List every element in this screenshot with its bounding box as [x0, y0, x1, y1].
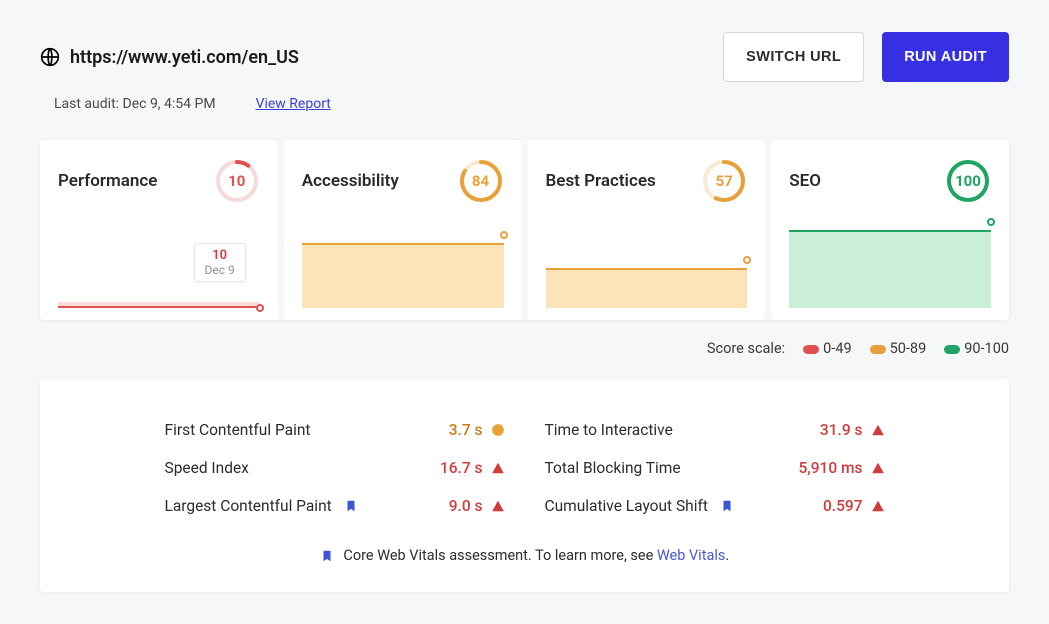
card-title: Best Practices: [546, 171, 656, 191]
metric-label: Cumulative Layout Shift: [545, 497, 734, 515]
metrics-col-right: Time to Interactive 31.9 s Total Blockin…: [545, 411, 885, 525]
metric-value: 3.7 s: [449, 421, 505, 439]
metric-value: 0.597: [823, 497, 885, 515]
card-best-practices[interactable]: Best Practices 57: [528, 140, 766, 320]
metric-value: 31.9 s: [820, 421, 885, 439]
vitals-text: Core Web Vitals assessment. To learn mor…: [343, 547, 656, 564]
metrics-col-left: First Contentful Paint 3.7 s Speed Index…: [165, 411, 505, 525]
vitals-suffix: .: [725, 547, 729, 564]
perf-tooltip-date: Dec 9: [205, 263, 235, 277]
header-actions: SWITCH URL RUN AUDIT: [723, 32, 1009, 82]
globe-icon: [40, 47, 60, 67]
warning-triangle-icon: [491, 461, 505, 475]
score-scale-legend: Score scale: 0-49 50-89 90-100: [40, 340, 1009, 357]
last-audit-time: Dec 9, 4:54 PM: [123, 96, 216, 112]
metric-value: 9.0 s: [449, 497, 505, 515]
spark-seo: [789, 218, 991, 308]
metric-value: 16.7 s: [440, 459, 505, 477]
view-report-link[interactable]: View Report: [256, 96, 331, 112]
perf-tooltip: 10 Dec 9: [194, 243, 246, 282]
spark-accessibility: [302, 218, 504, 308]
bookmark-icon: [344, 499, 358, 513]
legend-item-green: 90-100: [944, 340, 1009, 357]
card-seo[interactable]: SEO 100: [771, 140, 1009, 320]
warning-circle-icon: [491, 423, 505, 437]
card-head: SEO 100: [789, 158, 991, 204]
card-performance[interactable]: Performance 10 10 Dec 9: [40, 140, 278, 320]
sub-header: Last audit: Dec 9, 4:54 PM View Report: [40, 96, 1009, 112]
card-title: Performance: [58, 171, 157, 191]
score-ring-seo: 100: [945, 158, 991, 204]
last-audit-text: Last audit: Dec 9, 4:54 PM: [54, 96, 216, 112]
web-vitals-link[interactable]: Web Vitals: [657, 547, 725, 564]
spark-best-practices: [546, 218, 748, 308]
audit-dashboard: https://www.yeti.com/en_US SWITCH URL RU…: [0, 0, 1049, 624]
card-accessibility[interactable]: Accessibility 84: [284, 140, 522, 320]
warning-triangle-icon: [491, 499, 505, 513]
spark-end-dot: [256, 304, 264, 312]
vitals-footer: Core Web Vitals assessment. To learn mor…: [80, 547, 969, 564]
card-head: Best Practices 57: [546, 158, 748, 204]
spark-performance: 10 Dec 9: [58, 218, 260, 308]
header-row: https://www.yeti.com/en_US SWITCH URL RU…: [40, 32, 1009, 82]
perf-tooltip-value: 10: [205, 248, 235, 263]
card-head: Performance 10: [58, 158, 260, 204]
metric-label: Largest Contentful Paint: [165, 497, 358, 515]
metric-label: Time to Interactive: [545, 421, 673, 439]
card-head: Accessibility 84: [302, 158, 504, 204]
switch-url-button[interactable]: SWITCH URL: [723, 32, 864, 82]
metric-row: Total Blocking Time 5,910 ms: [545, 449, 885, 487]
metric-label: First Contentful Paint: [165, 421, 311, 439]
metric-label: Speed Index: [165, 459, 249, 477]
score-scale-label: Score scale:: [707, 340, 785, 357]
bookmark-icon: [720, 499, 734, 513]
legend-item-amber: 50-89: [870, 340, 927, 357]
metric-row: First Contentful Paint 3.7 s: [165, 411, 505, 449]
card-title: Accessibility: [302, 171, 399, 191]
score-ring-accessibility: 84: [458, 158, 504, 204]
metric-row: Time to Interactive 31.9 s: [545, 411, 885, 449]
metric-value: 5,910 ms: [798, 459, 884, 477]
metric-row: Cumulative Layout Shift 0.597: [545, 487, 885, 525]
warning-triangle-icon: [871, 499, 885, 513]
warning-triangle-icon: [871, 423, 885, 437]
legend-item-red: 0-49: [803, 340, 851, 357]
warning-triangle-icon: [871, 461, 885, 475]
metric-row: Speed Index 16.7 s: [165, 449, 505, 487]
last-audit-prefix: Last audit:: [54, 96, 119, 112]
score-ring-best-practices: 57: [701, 158, 747, 204]
score-cards: Performance 10 10 Dec 9 Accessibility: [40, 140, 1009, 320]
url-block: https://www.yeti.com/en_US: [40, 47, 299, 68]
card-title: SEO: [789, 171, 821, 191]
metric-label: Total Blocking Time: [545, 459, 681, 477]
bookmark-icon: [320, 549, 334, 563]
metrics-panel: First Contentful Paint 3.7 s Speed Index…: [40, 379, 1009, 592]
run-audit-button[interactable]: RUN AUDIT: [882, 32, 1009, 82]
metric-row: Largest Contentful Paint 9.0 s: [165, 487, 505, 525]
score-ring-performance: 10: [214, 158, 260, 204]
metrics-columns: First Contentful Paint 3.7 s Speed Index…: [165, 411, 885, 525]
page-url: https://www.yeti.com/en_US: [70, 47, 299, 68]
